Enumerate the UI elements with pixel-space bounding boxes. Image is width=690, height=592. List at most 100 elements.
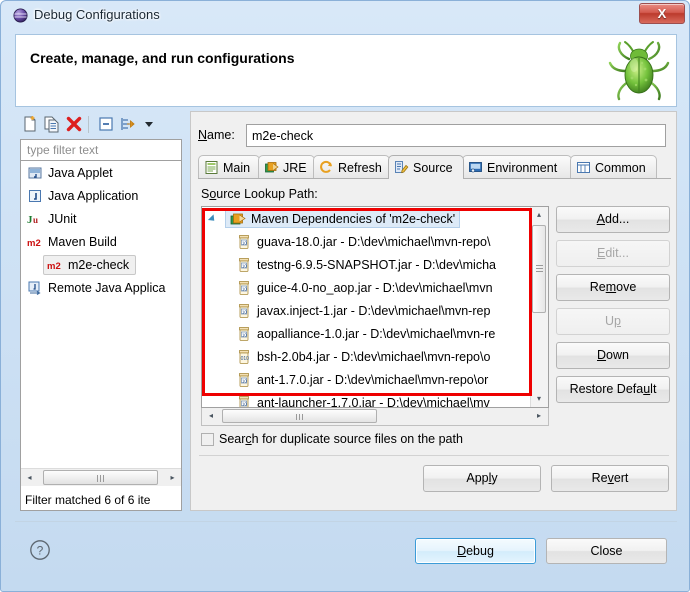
list-item[interactable]: 10 aopalliance-1.0.jar - D:\dev\michael\… bbox=[202, 322, 548, 345]
jar-source-icon: 10 bbox=[236, 280, 252, 296]
duplicate-icon[interactable] bbox=[43, 115, 61, 133]
jar-source-icon: 10 bbox=[236, 234, 252, 250]
edit-button[interactable]: Edit... bbox=[556, 240, 670, 267]
dialog-body: type filter text Java Applet Java Applic… bbox=[15, 111, 677, 521]
tab-main[interactable]: Main bbox=[198, 155, 260, 179]
list-item-root[interactable]: Maven Dependencies of 'm2e-check' bbox=[202, 207, 548, 230]
remote-java-application-icon bbox=[27, 280, 43, 296]
search-duplicates-row[interactable]: Search for duplicate source files on the… bbox=[201, 432, 463, 446]
svg-text:u: u bbox=[33, 215, 38, 225]
svg-text:10: 10 bbox=[242, 378, 247, 383]
help-question-icon[interactable]: ? bbox=[29, 539, 51, 561]
scrollbar-thumb[interactable] bbox=[222, 409, 377, 423]
jar-source-icon: 10 bbox=[236, 257, 252, 273]
list-item-label: javax.inject-1.jar - D:\dev\michael\mvn-… bbox=[257, 303, 491, 318]
tab-label: Refresh bbox=[338, 160, 382, 175]
page-title: Create, manage, and run configurations bbox=[30, 50, 295, 66]
svg-text:010: 010 bbox=[241, 356, 250, 362]
source-lookup-path-label: Source Lookup Path: bbox=[201, 187, 318, 201]
source-list-horizontal-scrollbar[interactable]: ◂ ▸ bbox=[201, 408, 549, 426]
jar-source-icon: 10 bbox=[236, 372, 252, 388]
source-tab-icon bbox=[394, 160, 409, 175]
tab-environment[interactable]: Environment bbox=[462, 155, 572, 179]
list-item-label: testng-6.9.5-SNAPSHOT.jar - D:\dev\micha bbox=[257, 257, 496, 272]
tab-common[interactable]: Common bbox=[570, 155, 657, 179]
list-item[interactable]: 10 ant-launcher-1.7.0.jar - D:\dev\micha… bbox=[202, 391, 548, 407]
configuration-tabs: Main JRE Refresh Source Environment Comm… bbox=[198, 155, 671, 179]
tab-label: JRE bbox=[283, 160, 307, 175]
svg-text:m2: m2 bbox=[27, 238, 41, 249]
scroll-right-arrow-icon[interactable]: ▸ bbox=[531, 408, 547, 424]
svg-text:10: 10 bbox=[242, 309, 247, 314]
tree-horizontal-scrollbar[interactable]: ◂ ▸ bbox=[21, 468, 181, 486]
up-button[interactable]: Up bbox=[556, 308, 670, 335]
tab-refresh[interactable]: Refresh bbox=[313, 155, 390, 179]
svg-text:?: ? bbox=[37, 544, 44, 558]
tree-item-maven-build[interactable]: m2 Maven Build bbox=[21, 230, 181, 253]
scroll-left-arrow-icon[interactable]: ◂ bbox=[203, 408, 219, 424]
jar-source-icon: 10 bbox=[236, 395, 252, 407]
restore-default-button[interactable]: Restore Default bbox=[556, 376, 670, 403]
filter-input-wrapper[interactable]: type filter text bbox=[20, 139, 182, 161]
debug-configurations-dialog: Debug Configurations X Create, manage, a… bbox=[0, 0, 690, 592]
list-item[interactable]: 10 javax.inject-1.jar - D:\dev\michael\m… bbox=[202, 299, 548, 322]
scroll-right-arrow-icon[interactable]: ▸ bbox=[164, 469, 181, 486]
tab-jre[interactable]: JRE bbox=[258, 155, 315, 179]
tree-item-label: Remote Java Applica bbox=[48, 280, 166, 295]
list-item[interactable]: 10 guava-18.0.jar - D:\dev\michael\mvn-r… bbox=[202, 230, 548, 253]
svg-text:m2: m2 bbox=[47, 261, 61, 272]
jar-source-icon: 10 bbox=[236, 326, 252, 342]
tree-item-java-applet[interactable]: Java Applet bbox=[21, 161, 181, 184]
java-applet-icon bbox=[27, 165, 43, 181]
tree-item-junit[interactable]: J u JUnit bbox=[21, 207, 181, 230]
expand-arrow-icon[interactable] bbox=[207, 214, 218, 224]
list-item[interactable]: 10 guice-4.0-no_aop.jar - D:\dev\michael… bbox=[202, 276, 548, 299]
close-window-button[interactable]: X bbox=[639, 3, 685, 24]
add-button[interactable]: Add... bbox=[556, 206, 670, 233]
search-duplicates-label: Search for duplicate source files on the… bbox=[219, 432, 463, 446]
filter-icon[interactable] bbox=[119, 115, 137, 133]
green-bug-icon bbox=[606, 37, 672, 103]
delete-icon[interactable] bbox=[65, 115, 83, 133]
junit-icon: J u bbox=[27, 211, 43, 227]
configurations-tree[interactable]: Java Applet Java Application J u JUnit m… bbox=[20, 161, 182, 511]
apply-button[interactable]: Apply bbox=[423, 465, 541, 492]
list-item-label: aopalliance-1.0.jar - D:\dev\michael\mvn… bbox=[257, 326, 496, 341]
tree-item-java-application[interactable]: Java Application bbox=[21, 184, 181, 207]
maven-m2-icon: m2 bbox=[27, 234, 43, 250]
close-button[interactable]: Close bbox=[546, 538, 667, 564]
remove-button[interactable]: Remove bbox=[556, 274, 670, 301]
tree-item-label: Java Application bbox=[48, 188, 139, 203]
scrollbar-thumb[interactable] bbox=[532, 225, 546, 313]
source-lookup-list[interactable]: Maven Dependencies of 'm2e-check' 10 gua… bbox=[201, 206, 549, 408]
filter-placeholder: type filter text bbox=[27, 143, 99, 157]
list-item-label: ant-1.7.0.jar - D:\dev\michael\mvn-repo\… bbox=[257, 372, 489, 387]
list-item-label: guice-4.0-no_aop.jar - D:\dev\michael\mv… bbox=[257, 280, 493, 295]
list-item-label: Maven Dependencies of 'm2e-check' bbox=[251, 211, 456, 226]
down-button[interactable]: Down bbox=[556, 342, 670, 369]
scroll-down-arrow-icon[interactable]: ▾ bbox=[531, 391, 547, 407]
scroll-up-arrow-icon[interactable]: ▴ bbox=[531, 207, 547, 223]
collapse-all-icon[interactable] bbox=[97, 115, 115, 133]
new-launch-configuration-icon[interactable] bbox=[21, 115, 39, 133]
list-item[interactable]: 10 testng-6.9.5-SNAPSHOT.jar - D:\dev\mi… bbox=[202, 253, 548, 276]
search-duplicates-checkbox[interactable] bbox=[201, 432, 214, 446]
refresh-tab-icon bbox=[319, 160, 334, 175]
scrollbar-thumb[interactable] bbox=[43, 470, 158, 485]
name-input[interactable] bbox=[246, 124, 666, 147]
tree-item-remote-java-application[interactable]: Remote Java Applica bbox=[21, 276, 181, 299]
revert-button[interactable]: Revert bbox=[551, 465, 669, 492]
source-list-vertical-scrollbar[interactable]: ▴ ▾ bbox=[530, 207, 548, 407]
title-bar: Debug Configurations X bbox=[1, 1, 690, 31]
tab-source[interactable]: Source bbox=[388, 155, 464, 179]
tab-label: Main bbox=[223, 160, 251, 175]
scroll-left-arrow-icon[interactable]: ◂ bbox=[21, 469, 38, 486]
chevron-down-icon[interactable] bbox=[143, 115, 155, 133]
svg-text:10: 10 bbox=[242, 286, 247, 291]
jar-binary-icon: 010 bbox=[236, 349, 252, 365]
svg-text:10: 10 bbox=[242, 332, 247, 337]
tree-item-m2e-check[interactable]: m2 m2e-check bbox=[21, 253, 181, 276]
list-item[interactable]: 010 bsh-2.0b4.jar - D:\dev\michael\mvn-r… bbox=[202, 345, 548, 368]
debug-button[interactable]: Debug bbox=[415, 538, 536, 564]
list-item[interactable]: 10 ant-1.7.0.jar - D:\dev\michael\mvn-re… bbox=[202, 368, 548, 391]
